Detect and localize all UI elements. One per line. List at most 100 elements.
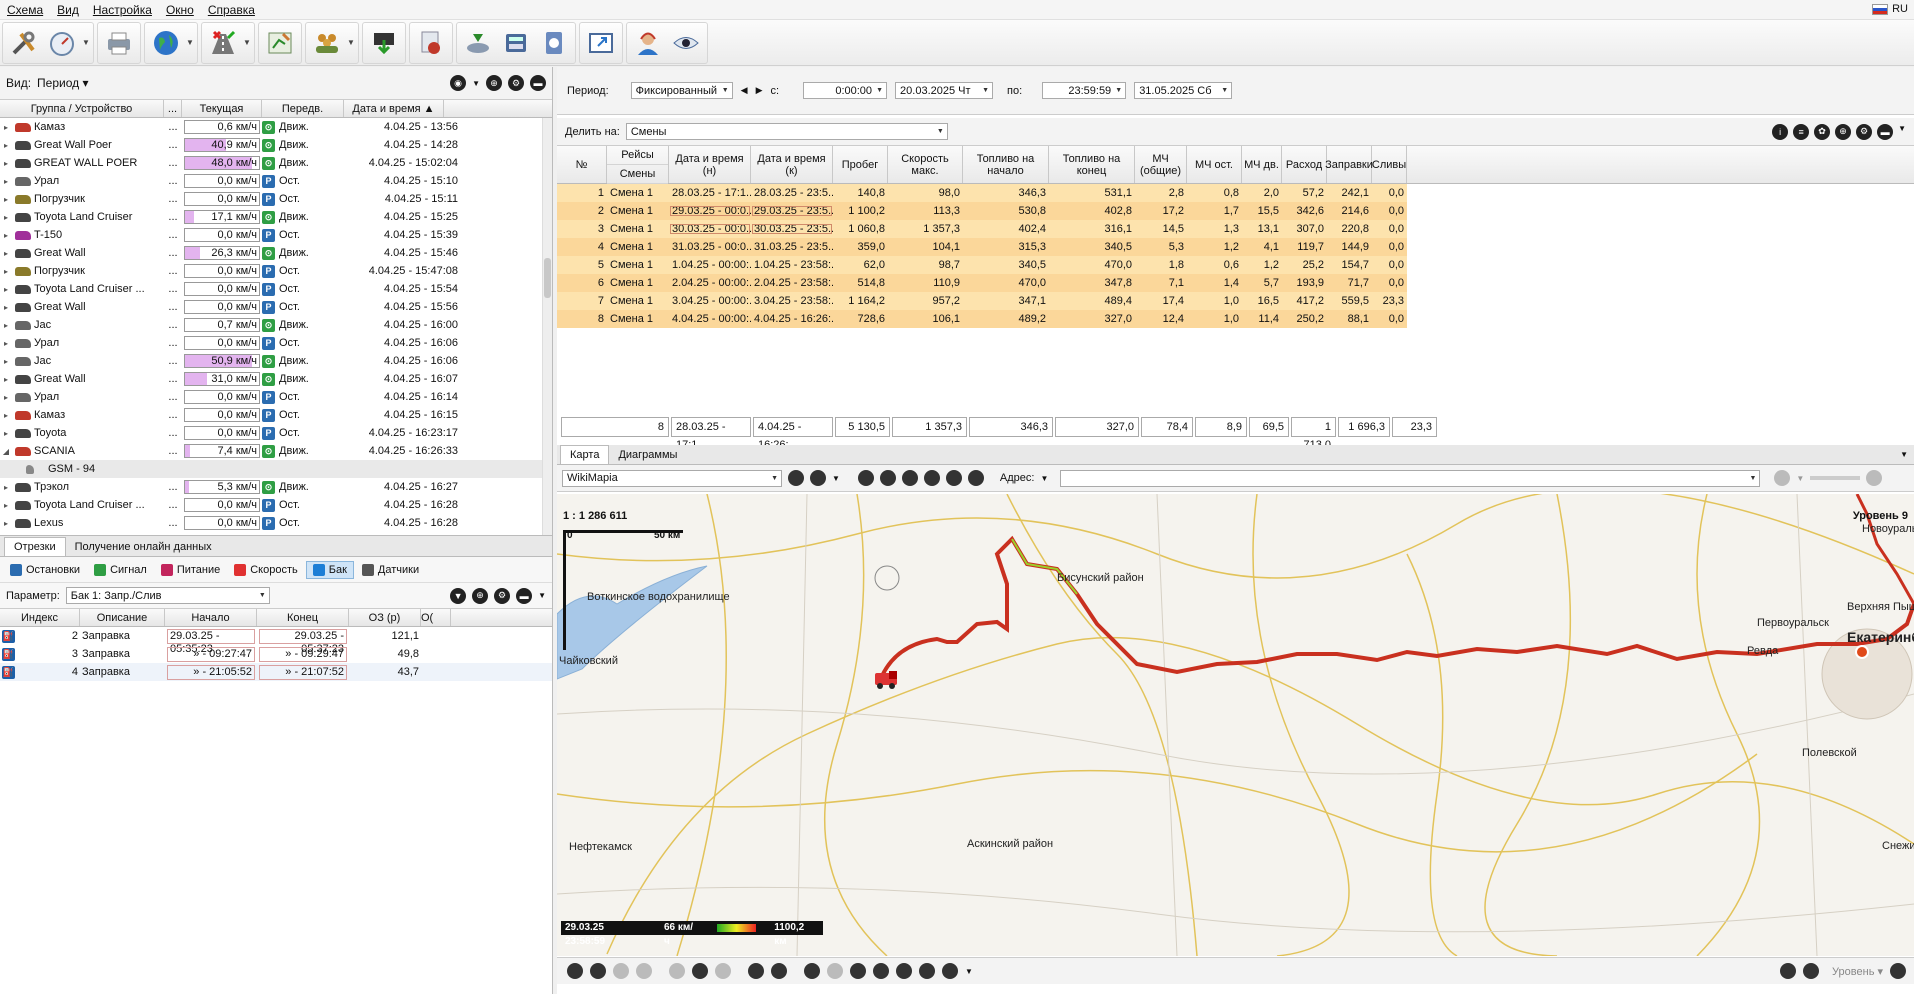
tab-online-data[interactable]: Получение онлайн данных: [66, 538, 221, 556]
expand-icon[interactable]: ▸: [0, 231, 12, 240]
chevron-down-icon[interactable]: ▼: [832, 474, 840, 483]
next-period-icon[interactable]: ▶: [756, 85, 763, 96]
device-menu-dots[interactable]: ...: [164, 229, 182, 241]
zoom-in-icon[interactable]: [1866, 470, 1883, 486]
info-icon[interactable]: [788, 470, 804, 486]
col-description[interactable]: Описание: [80, 609, 165, 626]
table-icon[interactable]: ≡: [1793, 123, 1810, 140]
col-1[interactable]: Дата и время (н): [669, 146, 751, 183]
device-row[interactable]: ▸ Great Wall... 0,0 км/ч P Ост. 4.04.25 - 15:…: [0, 298, 552, 316]
measure-icon[interactable]: [613, 963, 629, 979]
from-time-field[interactable]: 0:00:00 ▼: [803, 82, 888, 99]
device-menu-dots[interactable]: ...: [164, 121, 182, 133]
col-9[interactable]: МЧ дв.: [1242, 146, 1282, 183]
device-row[interactable]: ▸ Jac... 0,7 км/ч ⊙ Движ. 4.04.25 - 16:00: [0, 316, 552, 334]
expand-icon[interactable]: ▸: [0, 501, 12, 510]
download-box-icon[interactable]: [365, 24, 403, 62]
expand-icon[interactable]: ▸: [0, 429, 12, 438]
filter-funnel-icon[interactable]: ▼: [450, 587, 467, 604]
device-row[interactable]: ▸ Урал... 0,0 км/ч P Ост. 4.04.25 - 16:14: [0, 388, 552, 406]
col-3[interactable]: Пробег: [833, 146, 888, 183]
report-row[interactable]: 4 Смена 1 31.03.25 - 00:0... 31.03.25 - 23:…: [557, 238, 1407, 256]
col-10[interactable]: Расход: [1282, 146, 1327, 183]
device-row[interactable]: ▸ Toyota Land Cruiser... 17,1 км/ч ⊙ Движ. 4.…: [0, 208, 552, 226]
menu-view[interactable]: Вид: [50, 3, 86, 17]
route-icon[interactable]: [967, 470, 984, 486]
device-row[interactable]: ▸ Камаз... 0,0 км/ч P Ост. 4.04.25 - 16:15: [0, 406, 552, 424]
col-datetime[interactable]: Дата и время ▲: [344, 100, 444, 117]
col-group-device[interactable]: Группа / Устройство: [0, 100, 164, 117]
chevron-down-icon[interactable]: ▼: [346, 38, 356, 47]
device-row[interactable]: ▸ Toyota Land Cruiser ...... 0,0 км/ч P Ост.…: [0, 280, 552, 298]
expand-icon[interactable]: ▸: [0, 483, 12, 492]
expand-icon[interactable]: ▸: [0, 177, 12, 186]
device-menu-dots[interactable]: ...: [164, 517, 182, 529]
menu-settings[interactable]: Настройка: [86, 3, 159, 17]
device-row[interactable]: ▸ Погрузчик... 0,0 км/ч P Ост. 4.04.25 - 15:4…: [0, 262, 552, 280]
event-row[interactable]: ⛽ 4 Заправка » - 21:05:52» - 21:07:52 43,7: [0, 663, 552, 681]
col-movement[interactable]: Передв.: [262, 100, 344, 117]
device-menu-dots[interactable]: ...: [164, 139, 182, 151]
map-source-select[interactable]: WikiMapia ▼: [562, 469, 782, 487]
tools-round-icon[interactable]: ⚙: [494, 587, 511, 604]
menu-window[interactable]: Окно: [159, 3, 201, 17]
device-row[interactable]: ▸ Jac... 50,9 км/ч ⊙ Движ. 4.04.25 - 16:06: [0, 352, 552, 370]
col-5[interactable]: Топливо на начало: [963, 146, 1049, 183]
col-next[interactable]: О(: [421, 609, 451, 626]
segment-button[interactable]: Остановки: [4, 562, 86, 578]
col-trips[interactable]: Рейсы Смены: [607, 146, 669, 184]
report-row[interactable]: 7 Смена 1 3.04.25 - 00:00:... 3.04.25 - 23:…: [557, 292, 1407, 310]
segment-button[interactable]: Питание: [155, 562, 226, 578]
device-row[interactable]: ▸ Toyota Land Cruiser ...... 0,0 км/ч P Ост.…: [0, 496, 552, 514]
report-row[interactable]: 6 Смена 1 2.04.25 - 00:00:... 2.04.25 - 23:…: [557, 274, 1407, 292]
expand-icon[interactable]: ▸: [0, 321, 12, 330]
event-row[interactable]: ⛽ 2 Заправка 29.03.25 - 05:35:23 29.03.25 - …: [0, 627, 552, 655]
parameter-select[interactable]: Бак 1: Запр./Слив ▼: [65, 587, 270, 604]
fuel-report-icon[interactable]: [412, 24, 450, 62]
report-row[interactable]: 8 Смена 1 4.04.25 - 00:00:... 4.04.25 - 16:…: [557, 310, 1407, 328]
device-row[interactable]: ▸ Погрузчик... 0,0 км/ч P Ост. 4.04.25 - 15:1…: [0, 190, 552, 208]
collapse-icon[interactable]: ▬: [530, 75, 546, 91]
collapse-icon[interactable]: ▬: [516, 587, 533, 604]
col-4[interactable]: Скорость макс.: [888, 146, 963, 183]
device-menu-dots[interactable]: ...: [164, 337, 182, 349]
chevron-down-icon[interactable]: ▼: [242, 38, 252, 47]
report-row[interactable]: 1 Смена 1 28.03.25 - 17:1... 28.03.25 - 23:…: [557, 184, 1407, 202]
device-menu-dots[interactable]: ...: [164, 211, 182, 223]
window-export-icon[interactable]: [582, 24, 620, 62]
period-mode-select[interactable]: Фиксированный ▼: [630, 82, 733, 99]
view-eye-icon[interactable]: [667, 24, 705, 62]
map-edit-icon[interactable]: [261, 24, 299, 62]
report-row[interactable]: 3 Смена 1 30.03.25 - 00:0... 30.03.25 - 23:…: [557, 220, 1407, 238]
chevron-down-icon[interactable]: ▼: [1040, 474, 1048, 483]
device-menu-dots[interactable]: ...: [164, 319, 182, 331]
col-dots[interactable]: ...: [164, 100, 182, 117]
segment-button[interactable]: Скорость: [228, 562, 304, 578]
col-fuel[interactable]: ОЗ (р): [349, 609, 421, 626]
zoom-out-icon[interactable]: [1780, 963, 1797, 979]
chevron-down-icon[interactable]: ▼: [1796, 474, 1804, 483]
cluster-icon[interactable]: [827, 963, 843, 979]
col-end[interactable]: Конец: [257, 609, 349, 626]
col-index[interactable]: Индекс: [0, 609, 80, 626]
expand-icon[interactable]: ▸: [0, 303, 12, 312]
expand-icon[interactable]: ▸: [0, 159, 12, 168]
expand-icon[interactable]: ▸: [0, 519, 12, 528]
report-row[interactable]: 5 Смена 1 1.04.25 - 00:00:... 1.04.25 - 23:…: [557, 256, 1407, 274]
device-row[interactable]: ▸ T-150... 0,0 км/ч P Ост. 4.04.25 - 15:39: [0, 226, 552, 244]
globe-icon[interactable]: [147, 24, 185, 62]
expand-icon[interactable]: ▸: [0, 393, 12, 402]
col-8[interactable]: МЧ ост.: [1187, 146, 1242, 183]
device-row[interactable]: ▸ Great Wall Poer... 40,9 км/ч ⊙ Движ. 4.04.2…: [0, 136, 552, 154]
expand-icon[interactable]: ▸: [0, 249, 12, 258]
segment-button[interactable]: Бак: [305, 560, 354, 579]
device-row[interactable]: ▸ Урал... 0,0 км/ч P Ост. 4.04.25 - 15:10: [0, 172, 552, 190]
device-row[interactable]: ▸ Great Wall... 31,0 км/ч ⊙ Движ. 4.04.25 - 1…: [0, 370, 552, 388]
zoom-slider[interactable]: [1810, 476, 1861, 480]
chevron-down-icon[interactable]: ▼: [1898, 124, 1906, 140]
speedometer-icon[interactable]: [43, 24, 81, 62]
data-import-icon[interactable]: [459, 24, 497, 62]
gps-icon[interactable]: [771, 963, 787, 979]
support-operator-icon[interactable]: [629, 24, 667, 62]
chevron-down-icon[interactable]: ▼: [1900, 450, 1908, 459]
